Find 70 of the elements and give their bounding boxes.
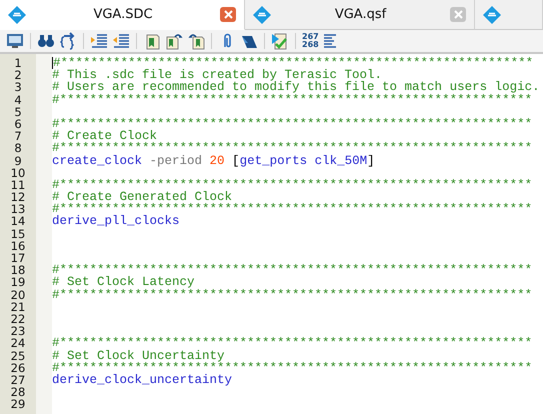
- binoculars-icon[interactable]: [37, 32, 55, 50]
- line-number: 29: [10, 398, 26, 410]
- line-number: 10: [10, 166, 26, 179]
- bookmark-previous-icon[interactable]: [187, 32, 205, 50]
- line-number: 15: [10, 228, 26, 240]
- code-number: 20: [210, 154, 225, 167]
- document-icon: [483, 6, 501, 24]
- monitor-icon[interactable]: [6, 32, 24, 50]
- code-comment: #***************************************************************: [52, 264, 532, 276]
- line-number: 27: [10, 374, 26, 386]
- code-command: derive_clock_uncertainty: [52, 374, 232, 386]
- line-number: 28: [10, 386, 26, 398]
- code-comment: # Users are recommended to modify this file to match users logic.: [52, 81, 540, 94]
- line-number: 24: [10, 337, 26, 350]
- line-number: 20: [10, 288, 26, 301]
- code-comment: #***************************************************************: [52, 288, 532, 301]
- line-number: 11: [10, 178, 26, 192]
- braces-arrow-icon[interactable]: [59, 32, 77, 50]
- line-number: 3: [14, 81, 22, 94]
- document-icon: [8, 6, 26, 24]
- line-number: 13: [10, 203, 26, 216]
- code-comment: # Create Generated Clock: [52, 191, 232, 204]
- code-comment: #***************************************************************: [52, 362, 532, 374]
- line-number: 7: [14, 130, 22, 142]
- code-comment: #***************************************************************: [52, 178, 532, 192]
- code-comment: # Set Clock Latency: [52, 276, 195, 289]
- line-number: 14: [10, 215, 26, 228]
- line-number: 5: [14, 106, 22, 118]
- indent-icon[interactable]: [90, 32, 108, 50]
- line-number: 22: [10, 312, 26, 326]
- line-number: 26: [10, 362, 26, 374]
- line-numbers-button[interactable]: 267 268: [302, 33, 319, 49]
- line-number: 16: [10, 240, 26, 252]
- bookmark-next-icon[interactable]: [165, 32, 183, 50]
- line-number: 17: [10, 252, 26, 264]
- code-comment: #***************************************************************: [52, 337, 532, 350]
- code-comment: #***************************************************************: [53, 57, 534, 70]
- file-tab[interactable]: VGA.qsf: [245, 0, 475, 30]
- document-icon: [253, 6, 271, 24]
- line-number: 9: [14, 154, 22, 167]
- file-tab[interactable]: [475, 0, 543, 30]
- code-comment: # This .sdc file is created by Terasic Tool.: [52, 69, 382, 82]
- code-comment: #***************************************************************: [52, 142, 532, 155]
- file-tab[interactable]: VGA.SDC: [0, 0, 245, 30]
- code-comment: #***************************************************************: [52, 203, 532, 216]
- line-number: 18: [10, 264, 26, 276]
- line-number: 25: [10, 350, 26, 362]
- code-command: create_clock: [52, 154, 142, 167]
- line-number: 12: [10, 191, 26, 204]
- line-number: 1: [14, 57, 22, 70]
- outdent-icon[interactable]: [112, 32, 130, 50]
- code-comment: # Create Clock: [52, 130, 158, 142]
- code-option: -period: [142, 154, 210, 167]
- code-comment: #***************************************************************: [52, 94, 532, 106]
- code-command: derive_pll_clocks: [52, 215, 180, 228]
- line-number: 6: [14, 118, 22, 130]
- document-check-icon[interactable]: [271, 32, 289, 50]
- code-comment: # Set Clock Uncertainty: [52, 350, 225, 362]
- line-number: 8: [14, 142, 22, 154]
- line-number: 4: [14, 94, 22, 106]
- line-number: 2: [14, 69, 22, 82]
- line-number: 19: [10, 276, 26, 289]
- line-number: 23: [10, 325, 26, 338]
- code-bracket: [: [231, 154, 240, 167]
- code-command: get_ports clk_50M: [240, 154, 368, 167]
- lines-icon[interactable]: [322, 33, 337, 49]
- code-bracket: ]: [367, 154, 375, 167]
- line-number: 21: [10, 300, 26, 313]
- close-icon[interactable]: [220, 7, 236, 22]
- code-comment: #***************************************************************: [52, 118, 532, 130]
